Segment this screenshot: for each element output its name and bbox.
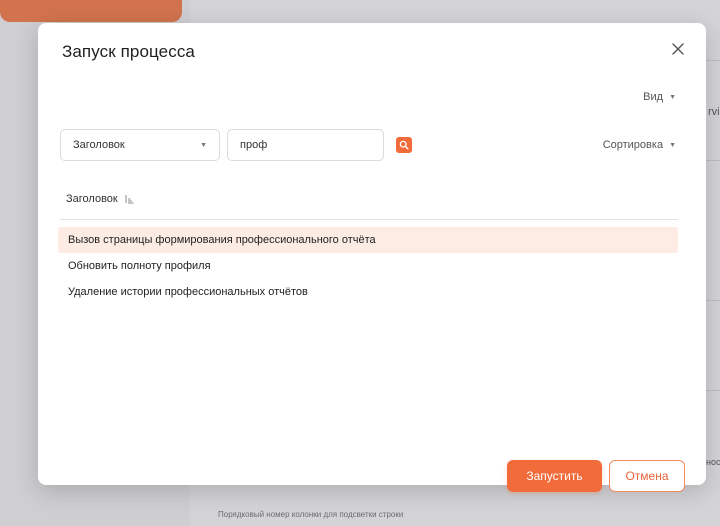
list-item-label: Удаление истории профессиональных отчёто… [68,286,308,298]
view-dropdown[interactable]: Вид ▼ [643,91,676,103]
background-edge-text: нос [706,457,720,467]
chevron-down-icon: ▼ [669,141,676,149]
launch-process-dialog: Запуск процесса Вид ▼ Заголовок ▼ Сортир… [38,23,706,492]
header-divider [60,219,678,220]
chevron-down-icon: ▼ [200,141,207,149]
sort-dropdown[interactable]: Сортировка ▼ [603,139,676,151]
search-icon [399,140,409,150]
list-item-label: Вызов страницы формирования профессионал… [68,234,376,246]
column-header-title[interactable]: Заголовок [66,193,134,205]
dialog-title: Запуск процесса [62,42,195,61]
list-item[interactable]: Обновить полноту профиля [58,253,678,279]
background-sidebar-button [0,0,182,22]
list-item[interactable]: Удаление истории профессиональных отчёто… [58,279,678,305]
close-icon [672,43,684,55]
list-item[interactable]: Вызов страницы формирования профессионал… [58,227,678,253]
run-button[interactable]: Запустить [507,460,602,492]
column-header-label: Заголовок [66,193,118,205]
process-list: Вызов страницы формирования профессионал… [58,227,678,305]
chevron-down-icon: ▼ [669,93,676,101]
search-field-value: Заголовок [73,139,125,151]
background-edge-text: rvi [708,106,720,118]
list-item-label: Обновить полноту профиля [68,260,211,272]
close-button[interactable] [668,39,688,59]
view-dropdown-label: Вид [643,91,664,103]
cancel-button[interactable]: Отмена [609,460,685,492]
background-hint-text: Порядковый номер колонки для подсветки с… [218,510,404,519]
sort-dropdown-label: Сортировка [602,139,664,151]
search-field-select[interactable]: Заголовок ▼ [60,129,220,161]
sort-icon [125,195,134,204]
search-input[interactable] [227,129,384,161]
search-button[interactable] [396,137,412,153]
